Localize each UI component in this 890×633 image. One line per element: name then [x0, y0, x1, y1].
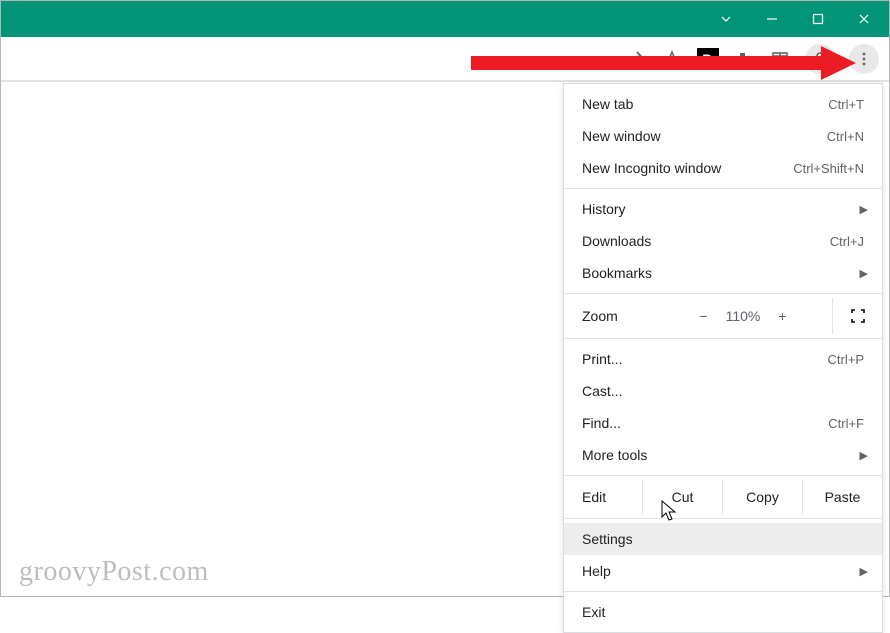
menu-separator [564, 591, 882, 592]
menu-shortcut: Ctrl+P [828, 352, 864, 367]
zoom-label: Zoom [564, 308, 654, 324]
menu-item-print[interactable]: Print... Ctrl+P [564, 343, 882, 375]
menu-item-new-tab[interactable]: New tab Ctrl+T [564, 88, 882, 120]
menu-item-help[interactable]: Help ▶ [564, 555, 882, 587]
menu-separator [564, 518, 882, 519]
watermark-text: groovyPost.com [19, 556, 209, 588]
edit-cut-button[interactable]: Cut [642, 480, 722, 514]
menu-separator [564, 188, 882, 189]
menu-item-exit[interactable]: Exit [564, 596, 882, 628]
fullscreen-button[interactable] [832, 298, 882, 334]
menu-item-downloads[interactable]: Downloads Ctrl+J [564, 225, 882, 257]
edit-copy-button[interactable]: Copy [722, 480, 802, 514]
menu-separator [564, 293, 882, 294]
menu-label: Exit [582, 604, 864, 620]
window-maximize-button[interactable] [795, 1, 841, 37]
more-menu-button[interactable] [849, 44, 879, 74]
menu-label: New window [582, 128, 827, 144]
menu-label: Settings [582, 531, 864, 547]
chrome-main-menu: New tab Ctrl+T New window Ctrl+N New Inc… [563, 83, 883, 633]
submenu-arrow-icon: ▶ [860, 267, 868, 280]
submenu-arrow-icon: ▶ [860, 565, 868, 578]
menu-label: History [582, 201, 864, 217]
menu-item-new-incognito[interactable]: New Incognito window Ctrl+Shift+N [564, 152, 882, 184]
titlebar-dropdown-button[interactable] [703, 1, 749, 37]
window-minimize-button[interactable] [749, 1, 795, 37]
menu-label: Find... [582, 415, 828, 431]
menu-label: Downloads [582, 233, 830, 249]
menu-item-history[interactable]: History ▶ [564, 193, 882, 225]
menu-item-settings[interactable]: Settings [564, 523, 882, 555]
window-titlebar [1, 1, 889, 37]
menu-label: Print... [582, 351, 828, 367]
menu-shortcut: Ctrl+T [828, 97, 864, 112]
menu-item-find[interactable]: Find... Ctrl+F [564, 407, 882, 439]
edit-label: Edit [564, 480, 642, 514]
browser-toolbar: P. [1, 37, 889, 81]
menu-shortcut: Ctrl+F [828, 416, 864, 431]
bookmark-star-icon[interactable] [661, 48, 683, 70]
menu-item-new-window[interactable]: New window Ctrl+N [564, 120, 882, 152]
menu-shortcut: Ctrl+N [827, 129, 864, 144]
submenu-arrow-icon: ▶ [860, 203, 868, 216]
extensions-puzzle-icon[interactable] [733, 48, 755, 70]
reading-list-icon[interactable] [769, 48, 791, 70]
menu-label: Help [582, 563, 864, 579]
menu-label: More tools [582, 447, 864, 463]
zoom-in-button[interactable]: + [778, 308, 786, 324]
menu-label: New tab [582, 96, 828, 112]
edit-paste-button[interactable]: Paste [802, 480, 882, 514]
submenu-arrow-icon: ▶ [860, 449, 868, 462]
menu-item-more-tools[interactable]: More tools ▶ [564, 439, 882, 471]
menu-label: New Incognito window [582, 160, 793, 176]
menu-separator [564, 338, 882, 339]
menu-label: Cast... [582, 383, 864, 399]
menu-item-edit: Edit Cut Copy Paste [564, 480, 882, 514]
menu-label: Bookmarks [582, 265, 864, 281]
share-icon[interactable] [625, 48, 647, 70]
zoom-value: 110% [726, 308, 761, 324]
menu-shortcut: Ctrl+J [830, 234, 864, 249]
menu-item-zoom: Zoom − 110% + [564, 298, 882, 334]
window-close-button[interactable] [841, 1, 887, 37]
menu-item-bookmarks[interactable]: Bookmarks ▶ [564, 257, 882, 289]
menu-separator [564, 475, 882, 476]
zoom-out-button[interactable]: − [699, 308, 707, 324]
menu-item-cast[interactable]: Cast... [564, 375, 882, 407]
menu-shortcut: Ctrl+Shift+N [793, 161, 864, 176]
extension-p-icon[interactable]: P. [697, 48, 719, 70]
profile-avatar-icon[interactable] [805, 44, 835, 74]
